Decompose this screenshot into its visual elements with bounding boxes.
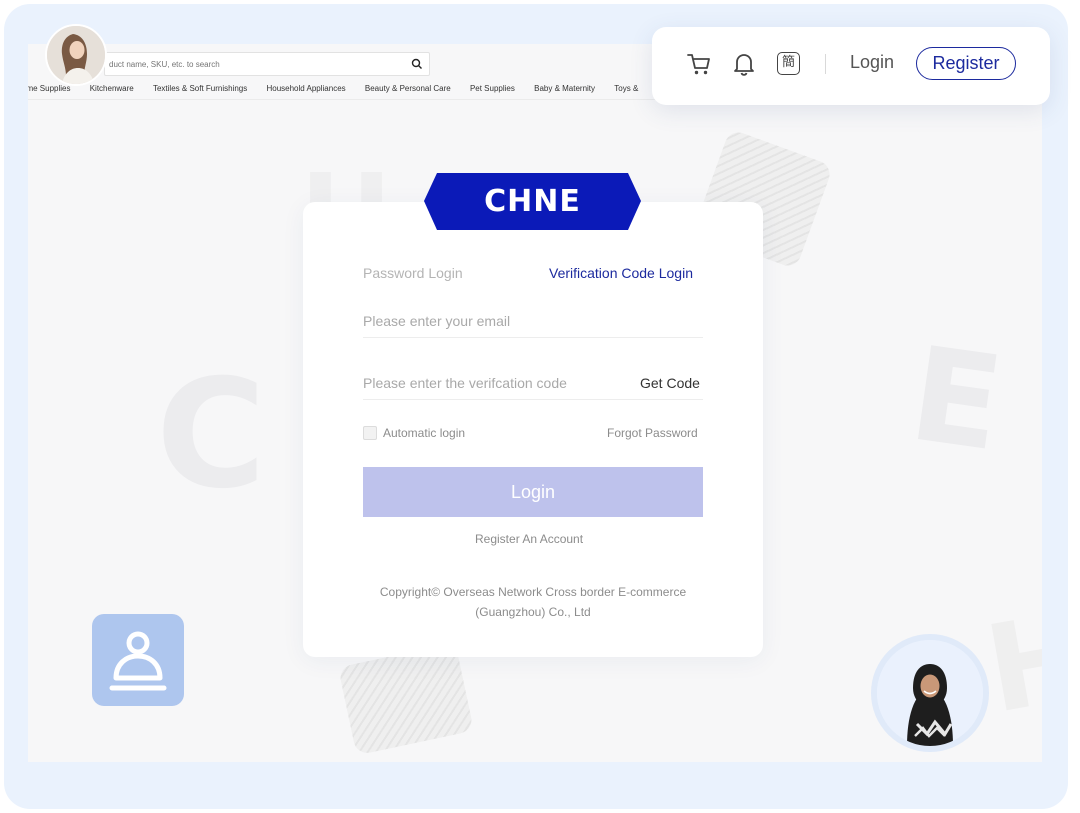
auto-login-label: Automatic login bbox=[383, 426, 466, 440]
category-baby-maternity[interactable]: Baby & Maternity bbox=[534, 84, 595, 93]
user-icon bbox=[109, 631, 167, 691]
background-letter-e: E bbox=[901, 317, 1011, 481]
category-toys[interactable]: Toys & bbox=[614, 84, 638, 93]
email-field-underline bbox=[363, 337, 703, 338]
code-field-underline bbox=[363, 399, 703, 400]
search-box[interactable] bbox=[104, 52, 430, 76]
user-avatar-top-left bbox=[45, 24, 107, 86]
background-letter-c: C bbox=[156, 348, 267, 522]
brand-logo: CHNE bbox=[424, 173, 641, 230]
category-textiles[interactable]: Textiles & Soft Furnishings bbox=[153, 84, 247, 93]
background-letter-h-right: H bbox=[976, 586, 1042, 741]
background-pattern-bottom bbox=[337, 642, 475, 756]
tab-verification-code-login[interactable]: Verification Code Login bbox=[549, 265, 693, 281]
header-login-link[interactable]: Login bbox=[850, 52, 894, 73]
bell-icon[interactable] bbox=[732, 51, 756, 77]
user-profile-tile bbox=[92, 614, 184, 706]
language-glyph: 簡 bbox=[781, 55, 795, 70]
copyright-line-1: Copyright© Overseas Network Cross border… bbox=[379, 585, 687, 599]
forgot-password-link[interactable]: Forgot Password bbox=[607, 426, 698, 440]
category-household-appliances[interactable]: Household Appliances bbox=[266, 84, 345, 93]
copyright-text: Copyright© Overseas Network Cross border… bbox=[333, 582, 733, 622]
header-divider bbox=[825, 54, 826, 74]
copyright-line-2: (Guangzhou) Co., Ltd bbox=[475, 605, 591, 619]
category-nav: ome Supplies Kitchenware Textiles & Soft… bbox=[28, 84, 655, 93]
category-pet-supplies[interactable]: Pet Supplies bbox=[470, 84, 515, 93]
get-code-button[interactable]: Get Code bbox=[640, 375, 700, 391]
category-kitchenware[interactable]: Kitchenware bbox=[90, 84, 134, 93]
user-avatar-bottom-right bbox=[877, 640, 983, 746]
cart-icon[interactable] bbox=[686, 51, 712, 77]
verification-code-field[interactable] bbox=[363, 373, 623, 393]
register-account-link[interactable]: Register An Account bbox=[475, 532, 583, 546]
category-home-supplies[interactable]: ome Supplies bbox=[28, 84, 70, 93]
email-field[interactable] bbox=[363, 311, 703, 331]
language-switch-icon[interactable]: 簡 bbox=[777, 52, 800, 75]
auto-login-checkbox[interactable] bbox=[363, 426, 377, 440]
header-register-button[interactable]: Register bbox=[916, 47, 1016, 80]
login-button[interactable]: Login bbox=[363, 467, 703, 517]
avatar-portrait-hijab-icon bbox=[877, 640, 983, 746]
tab-password-login[interactable]: Password Login bbox=[363, 265, 463, 281]
search-icon[interactable] bbox=[411, 58, 423, 70]
category-beauty[interactable]: Beauty & Personal Care bbox=[365, 84, 451, 93]
search-input[interactable] bbox=[105, 53, 395, 75]
